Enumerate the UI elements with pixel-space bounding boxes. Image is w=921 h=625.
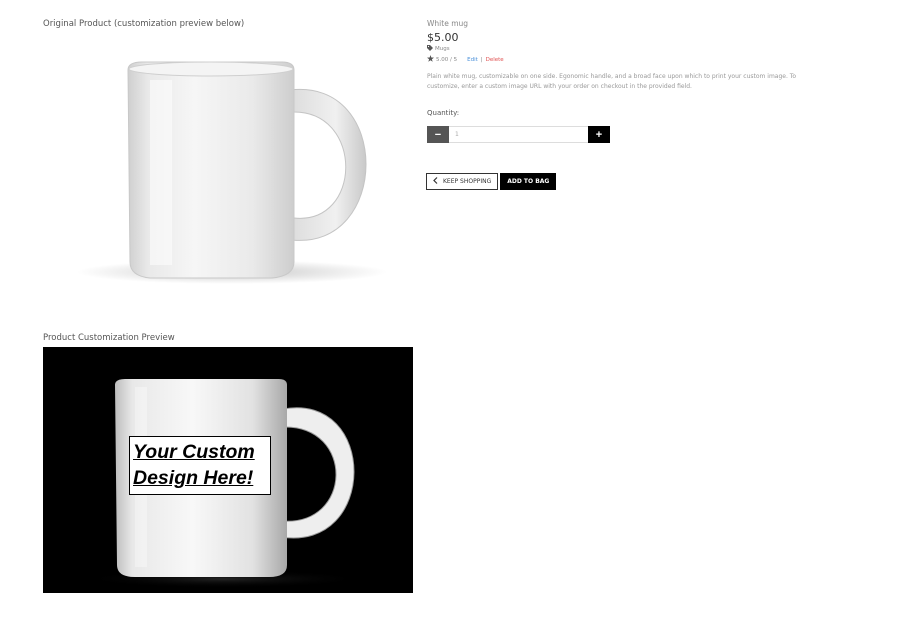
link-separator: | bbox=[480, 56, 483, 63]
original-product-heading: Original Product (customization preview … bbox=[43, 19, 245, 29]
customization-preview: Your Custom Design Here! bbox=[43, 347, 413, 593]
product-price: $5.00 bbox=[427, 31, 459, 44]
keep-shopping-button[interactable]: KEEP SHOPPING bbox=[426, 173, 499, 190]
overlay-line-1: Your Custom bbox=[133, 441, 255, 463]
chevron-left-icon bbox=[433, 177, 438, 186]
rating-value: 5.00 / 5 bbox=[436, 56, 458, 63]
overlay-line-2: Design Here! bbox=[133, 467, 254, 489]
original-product-image bbox=[72, 50, 392, 310]
action-buttons: KEEP SHOPPING ADD TO BAG bbox=[426, 173, 557, 190]
quantity-stepper: − 1 + bbox=[427, 126, 610, 143]
increment-button[interactable]: + bbox=[588, 126, 610, 143]
custom-design-placeholder: Your Custom Design Here! bbox=[129, 436, 271, 495]
edit-link[interactable]: Edit bbox=[467, 57, 478, 63]
add-to-bag-button[interactable]: ADD TO BAG bbox=[500, 173, 557, 190]
delete-link[interactable]: Delete bbox=[486, 57, 504, 63]
product-rating-row: 5.00 / 5 Edit | Delete bbox=[427, 55, 504, 64]
category-label[interactable]: Mugs bbox=[435, 46, 450, 52]
product-name: White mug bbox=[427, 19, 469, 28]
decrement-button[interactable]: − bbox=[427, 126, 449, 143]
quantity-label: Quantity: bbox=[427, 109, 460, 117]
star-icon bbox=[427, 55, 434, 64]
keep-shopping-label: KEEP SHOPPING bbox=[443, 178, 492, 185]
customization-preview-heading: Product Customization Preview bbox=[43, 333, 175, 343]
quantity-input[interactable]: 1 bbox=[449, 126, 588, 143]
product-description: Plain white mug, customizable on one sid… bbox=[427, 73, 797, 90]
tag-icon bbox=[427, 45, 433, 53]
product-category: Mugs bbox=[427, 45, 450, 53]
